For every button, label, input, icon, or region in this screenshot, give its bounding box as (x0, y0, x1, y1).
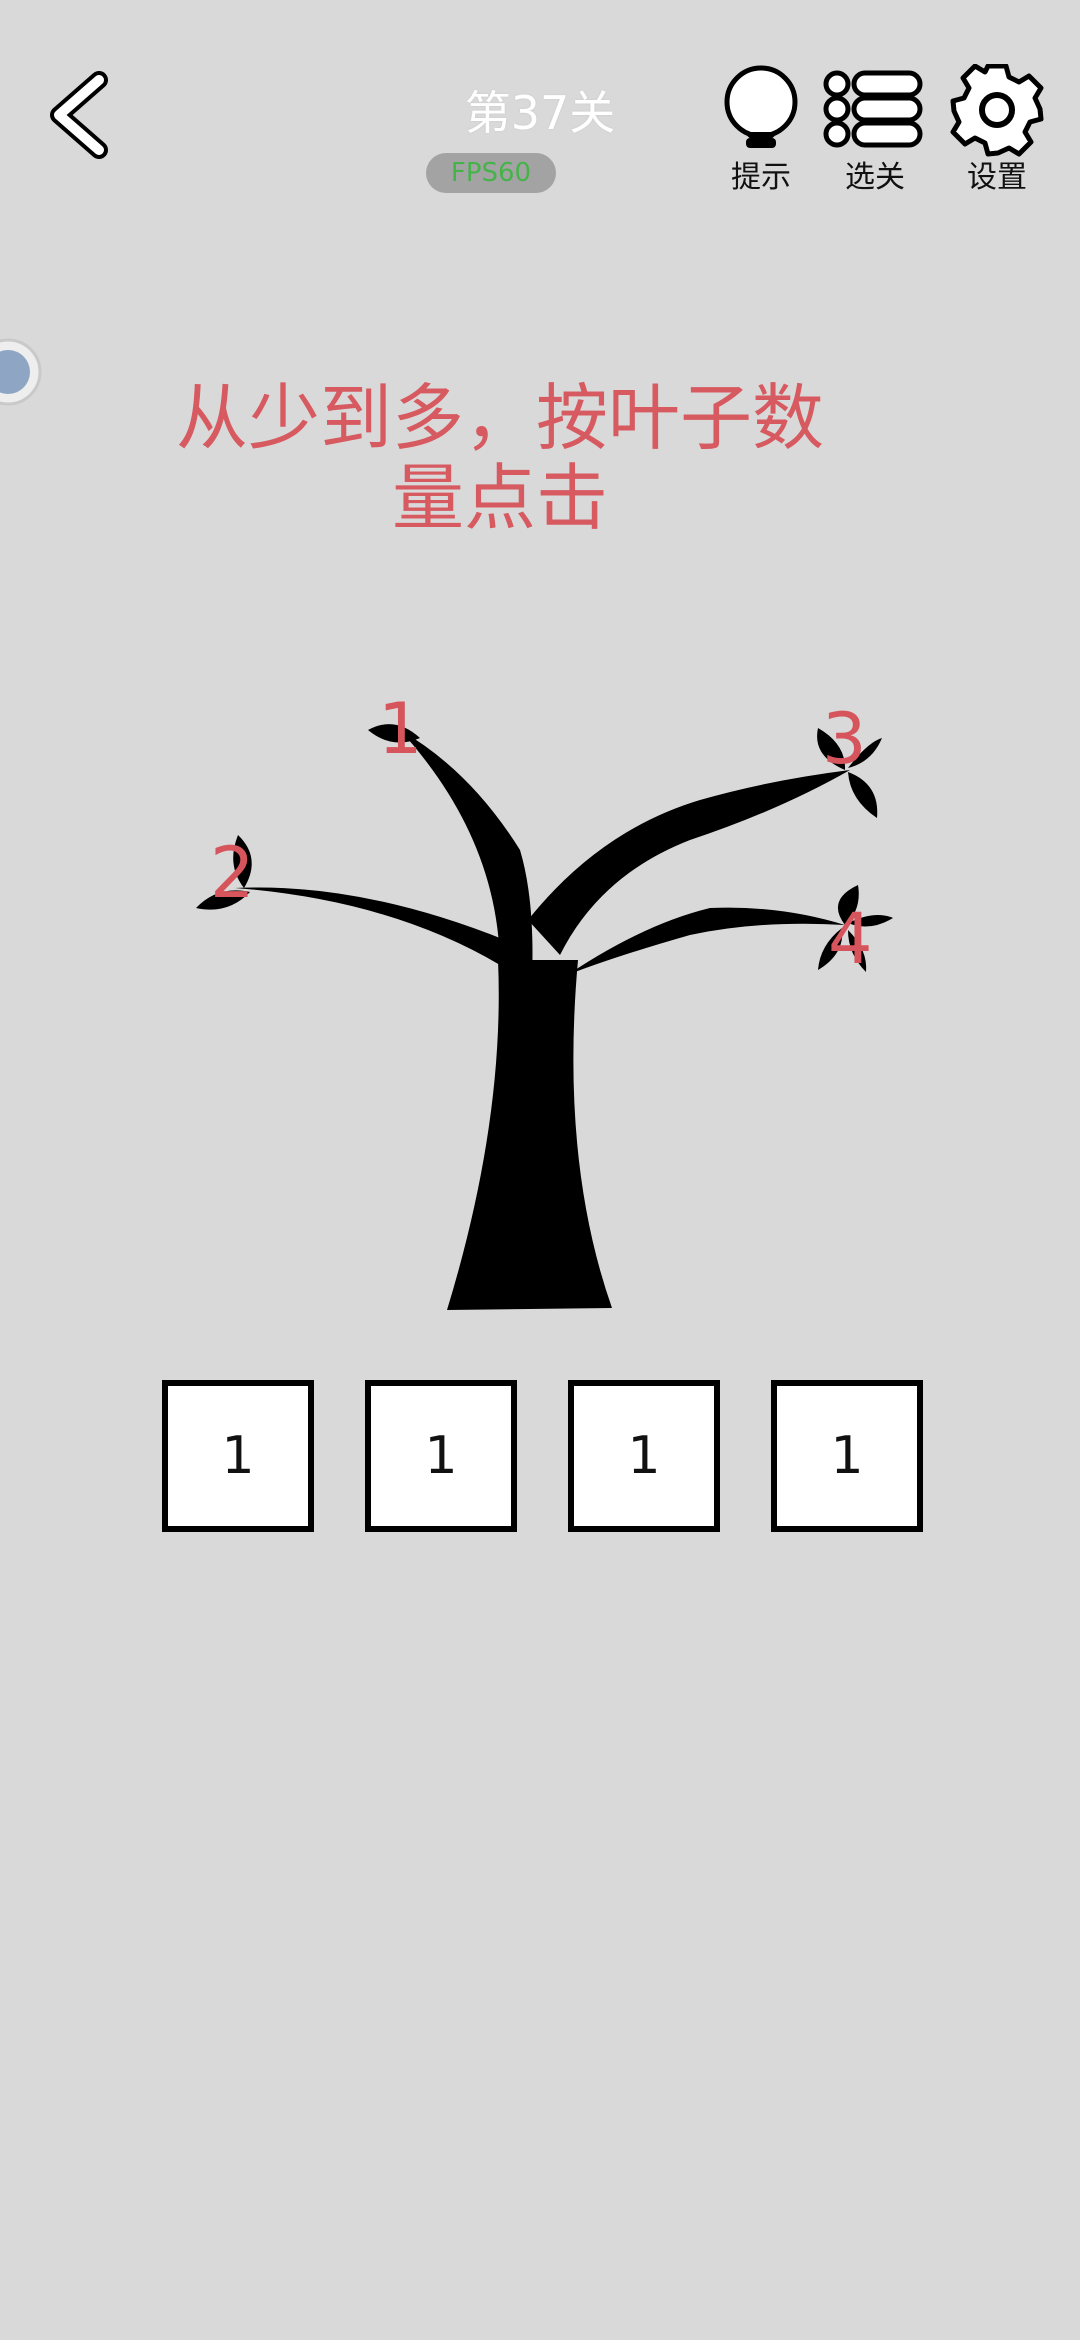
lightbulb-icon (724, 65, 798, 148)
instruction-text: 从少到多，按叶子数 量点击 (130, 378, 870, 538)
list-icon (823, 70, 923, 148)
settings-label: 设置 (967, 160, 1027, 195)
hint-label: 提示 (731, 160, 791, 195)
instruction-line-1: 从少到多，按叶子数 (175, 376, 824, 460)
tree-illustration (196, 724, 893, 1310)
tree-puzzle: 1 2 3 4 (0, 660, 1080, 1340)
branch-2-number[interactable]: 2 (210, 838, 255, 908)
level-title: 第37关 (464, 86, 616, 140)
branch-1-number[interactable]: 1 (378, 694, 423, 764)
gear-icon (950, 64, 1044, 157)
instruction-line-2: 量点击 (391, 456, 608, 540)
back-button[interactable] (44, 70, 124, 160)
answer-box-4[interactable]: 1 (771, 1380, 923, 1532)
answer-box-1[interactable]: 1 (162, 1380, 314, 1532)
fps-badge: FPS60 (426, 153, 556, 193)
level-select-button[interactable]: 选关 (820, 64, 930, 204)
floating-assistant-bubble[interactable] (0, 338, 42, 406)
settings-button[interactable]: 设置 (942, 64, 1052, 204)
chevron-left-icon (50, 71, 108, 159)
hint-button[interactable]: 提示 (706, 64, 816, 204)
answer-box-3[interactable]: 1 (568, 1380, 720, 1532)
answer-box-2[interactable]: 1 (365, 1380, 517, 1532)
branch-4-number[interactable]: 4 (828, 904, 873, 974)
level-select-label: 选关 (845, 160, 905, 195)
branch-3-number[interactable]: 3 (822, 704, 867, 774)
bubble-icon (0, 338, 42, 406)
